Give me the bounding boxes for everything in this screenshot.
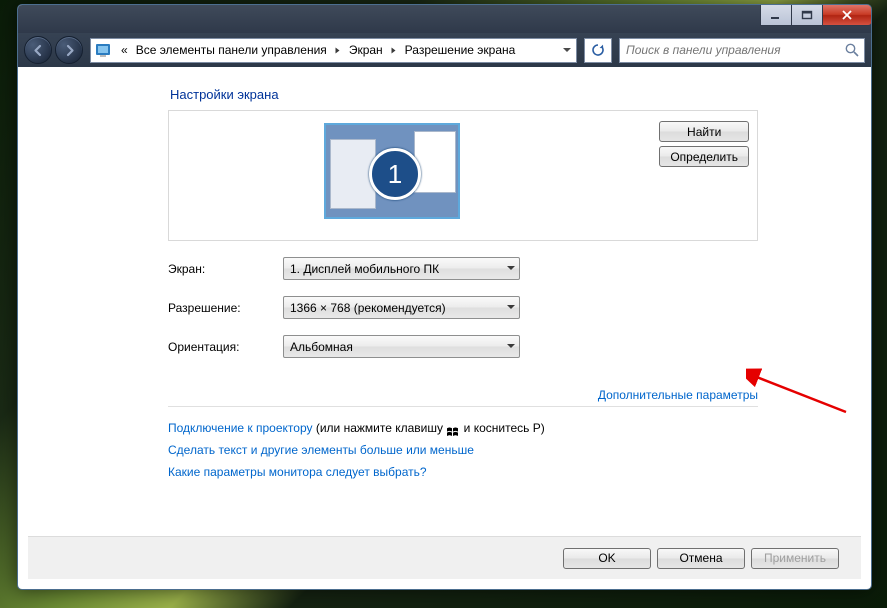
breadcrumb-separator-icon[interactable] — [387, 39, 401, 62]
search-box[interactable] — [619, 38, 865, 63]
ok-button[interactable]: OK — [563, 548, 651, 569]
address-dropdown[interactable] — [557, 39, 576, 62]
projector-tail1: (или нажмите клавишу — [313, 421, 447, 435]
window-minimize-button[interactable] — [760, 5, 791, 26]
window: « Все элементы панели управления Экран Р… — [17, 4, 872, 590]
advanced-settings-link[interactable]: Дополнительные параметры — [598, 388, 758, 402]
detect-button[interactable]: Найти — [659, 121, 749, 142]
apply-button: Применить — [751, 548, 839, 569]
projector-tail2: и коснитесь P) — [460, 421, 544, 435]
monitor-preview-box: 1 Найти Определить — [168, 110, 758, 241]
chevron-down-icon — [507, 264, 515, 272]
which-monitor-link[interactable]: Какие параметры монитора следует выбрать… — [168, 465, 427, 479]
titlebar[interactable] — [18, 5, 871, 33]
search-input[interactable] — [624, 42, 844, 58]
breadcrumb-separator-icon[interactable] — [331, 39, 345, 62]
breadcrumb-prefix[interactable]: « — [117, 39, 132, 62]
display-value: 1. Дисплей мобильного ПК — [290, 262, 439, 276]
nav-toolbar: « Все элементы панели управления Экран Р… — [18, 33, 871, 67]
windows-key-icon — [446, 423, 460, 435]
control-panel-icon — [94, 41, 114, 59]
cancel-button[interactable]: Отмена — [657, 548, 745, 569]
monitor-preview[interactable]: 1 — [324, 123, 460, 219]
chevron-down-icon — [507, 342, 515, 350]
chevron-down-icon — [507, 303, 515, 311]
resolution-value: 1366 × 768 (рекомендуется) — [290, 301, 446, 315]
orientation-value: Альбомная — [290, 340, 353, 354]
address-bar[interactable]: « Все элементы панели управления Экран Р… — [90, 38, 577, 63]
search-icon — [844, 42, 860, 58]
monitor-number: 1 — [369, 148, 421, 200]
page-heading: Настройки экрана — [170, 87, 758, 102]
projector-link[interactable]: Подключение к проектору — [168, 421, 313, 435]
orientation-label: Ориентация: — [168, 340, 283, 354]
forward-button[interactable] — [55, 36, 83, 64]
content-area: Настройки экрана 1 Найти Определить Экра… — [28, 75, 861, 579]
resolution-select[interactable]: 1366 × 768 (рекомендуется) — [283, 296, 520, 319]
window-close-button[interactable] — [822, 5, 871, 26]
display-select[interactable]: 1. Дисплей мобильного ПК — [283, 257, 520, 280]
resolution-label: Разрешение: — [168, 301, 283, 315]
breadcrumb-item[interactable]: Экран — [345, 39, 387, 62]
display-label: Экран: — [168, 262, 283, 276]
back-button[interactable] — [24, 36, 52, 64]
dialog-footer: OK Отмена Применить — [28, 536, 861, 579]
breadcrumb-item[interactable]: Разрешение экрана — [401, 39, 520, 62]
refresh-button[interactable] — [584, 38, 612, 63]
breadcrumb-item[interactable]: Все элементы панели управления — [132, 39, 331, 62]
orientation-select[interactable]: Альбомная — [283, 335, 520, 358]
window-maximize-button[interactable] — [791, 5, 822, 26]
text-size-link[interactable]: Сделать текст и другие элементы больше и… — [168, 443, 474, 457]
identify-button[interactable]: Определить — [659, 146, 749, 167]
